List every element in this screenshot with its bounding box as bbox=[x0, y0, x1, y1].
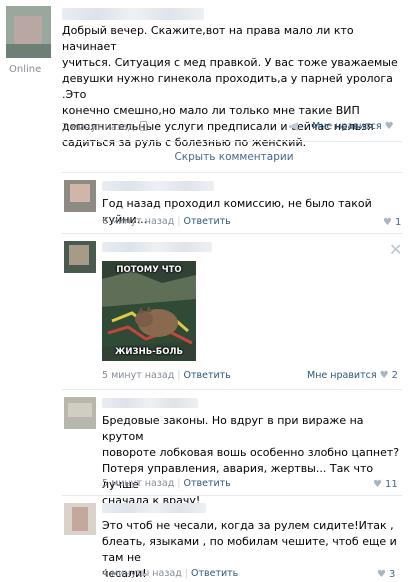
comment-meta: 5 минут назад | Ответить bbox=[102, 478, 231, 489]
comment-author-blurred[interactable] bbox=[102, 181, 214, 191]
comment-author-blurred[interactable] bbox=[102, 242, 212, 252]
meme-image[interactable]: ПОТОМУ ЧТО ЖИЗНЬ-БОЛЬ bbox=[102, 261, 196, 361]
comment-avatar[interactable] bbox=[64, 241, 96, 273]
meme-bottom-caption: ЖИЗНЬ-БОЛЬ bbox=[115, 347, 183, 357]
divider bbox=[62, 141, 402, 142]
reply-link[interactable]: Ответить bbox=[183, 370, 230, 381]
post-line: учиться. Ситуация с мед правкой. У вас т… bbox=[62, 56, 398, 69]
comment-time[interactable]: 6 минут назад bbox=[102, 216, 174, 227]
comment-meta: 5 минут назад | Ответить bbox=[102, 370, 231, 381]
divider bbox=[62, 233, 402, 234]
meme-top-caption: ПОТОМУ ЧТО bbox=[116, 265, 182, 275]
hide-comments-link[interactable]: Скрыть комментарии bbox=[0, 151, 409, 163]
reply-link[interactable]: Ответить bbox=[191, 568, 238, 579]
post-line: девушки нужно гинекола проходить,а у пар… bbox=[62, 72, 393, 101]
comment-meta: 4 минуты назад | Ответить bbox=[102, 568, 239, 579]
close-icon[interactable]: ✕ bbox=[389, 242, 402, 258]
like-label: Мне нравится bbox=[312, 121, 382, 132]
post-line: Добрый вечер. Скажите,вот на права мало … bbox=[62, 24, 354, 53]
divider bbox=[62, 389, 402, 390]
comment-like-button[interactable]: ♥ 11 bbox=[370, 477, 398, 490]
post-line: садиться за руль с болезнью по женский. bbox=[62, 136, 307, 149]
comment-author-blurred[interactable] bbox=[102, 503, 206, 513]
post-author-avatar[interactable] bbox=[6, 6, 51, 58]
post-meta: 7 минут назад bbox=[62, 121, 148, 133]
heart-icon: ♥ bbox=[384, 121, 394, 132]
divider bbox=[62, 495, 402, 496]
divider bbox=[62, 172, 402, 173]
like-count: 1 bbox=[394, 217, 402, 228]
comment-line: блеать, языками , по мобилам чешите, что… bbox=[102, 535, 397, 564]
comment-author-blurred[interactable] bbox=[102, 398, 198, 408]
heart-icon: ♥ bbox=[373, 479, 382, 490]
author-name-blurred[interactable] bbox=[62, 8, 204, 20]
comment-line: Бредовые законы. Но вдруг в при вираже н… bbox=[102, 414, 364, 443]
heart-icon: ♥ bbox=[383, 217, 392, 228]
comment-like-button[interactable]: Мне нравится ♥ 2 bbox=[307, 370, 398, 381]
like-label: Мне нравится bbox=[307, 370, 377, 381]
like-count: 11 bbox=[384, 479, 398, 490]
megaphone-icon[interactable] bbox=[288, 121, 301, 135]
reply-link[interactable]: Ответить bbox=[183, 478, 230, 489]
phone-icon bbox=[140, 121, 148, 131]
like-count: 2 bbox=[391, 370, 398, 381]
post-time[interactable]: 7 минут назад bbox=[62, 122, 134, 133]
reply-link[interactable]: Ответить bbox=[183, 216, 230, 227]
comment-line: повороте лобковая вошь особенно злобно ц… bbox=[102, 446, 400, 459]
comment-avatar[interactable] bbox=[64, 180, 96, 212]
comment-line: Это чтоб не чесали, когда за рулем сидит… bbox=[102, 519, 394, 532]
post-like-button[interactable]: Мне нравится ♥ bbox=[312, 121, 394, 132]
comment-avatar[interactable] bbox=[64, 503, 96, 535]
online-status: Online bbox=[9, 64, 42, 75]
comment-time[interactable]: 5 минут назад bbox=[102, 370, 174, 381]
comment-like-button[interactable]: ♥ 3 bbox=[374, 567, 395, 580]
heart-icon: ♥ bbox=[379, 370, 389, 381]
comment-avatar[interactable] bbox=[64, 397, 96, 429]
post-line: конечно смешно,но мало ли только мне так… bbox=[62, 104, 360, 117]
comment-time[interactable]: 4 минуты назад bbox=[102, 568, 182, 579]
comment-like-button[interactable]: ♥ 1 bbox=[380, 215, 401, 228]
comment-time[interactable]: 5 минут назад bbox=[102, 478, 174, 489]
comment-meta: 6 минут назад | Ответить bbox=[102, 216, 231, 227]
